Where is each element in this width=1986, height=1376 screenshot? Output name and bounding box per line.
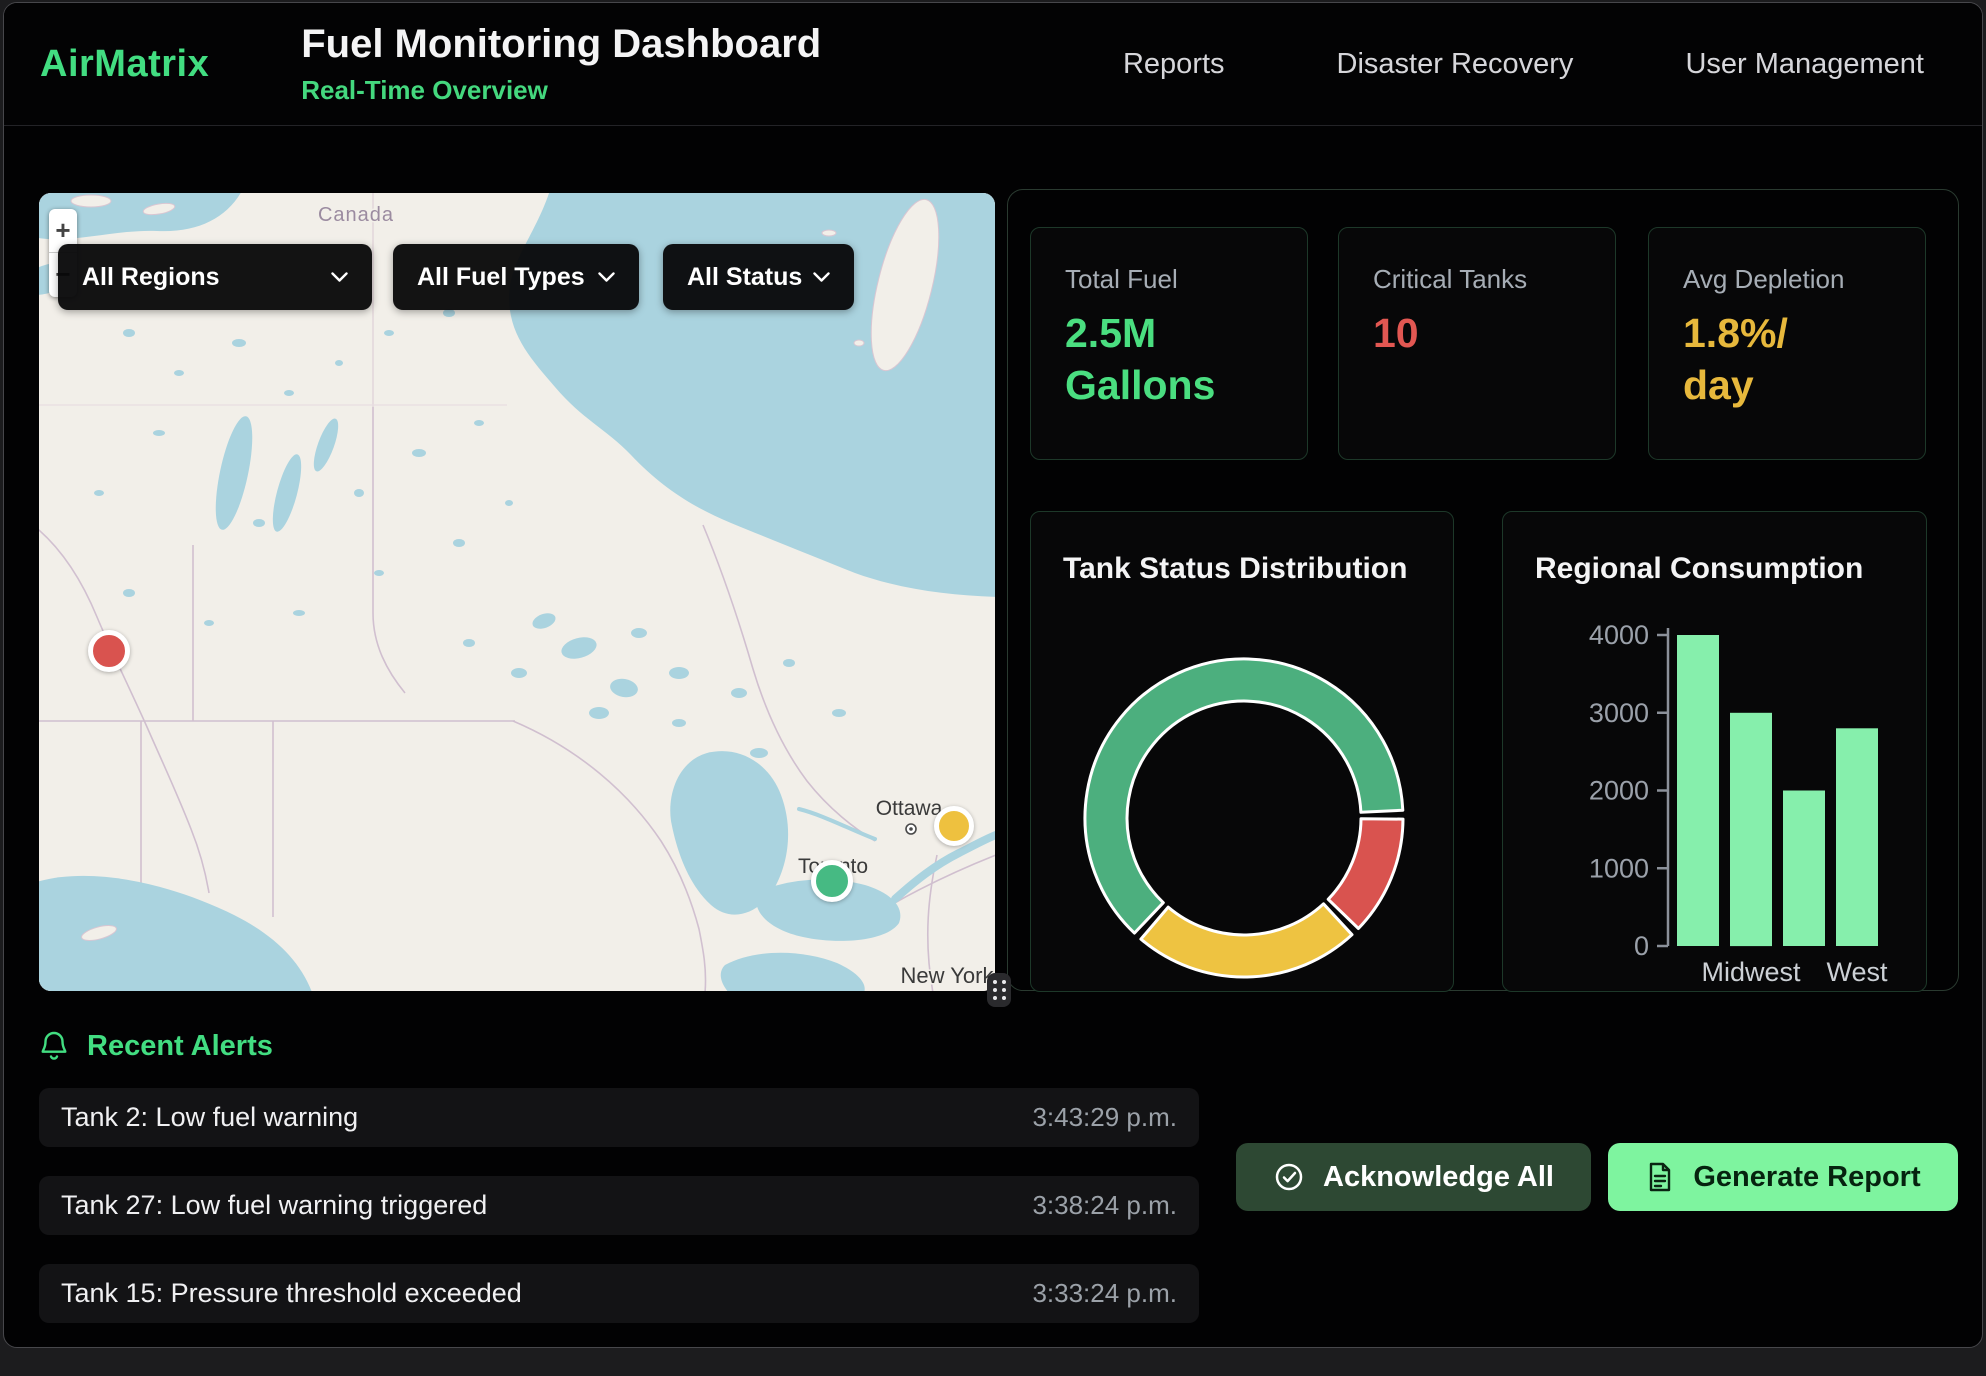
map-label-canada: Canada <box>318 204 394 226</box>
check-circle-icon <box>1273 1161 1305 1193</box>
tank-marker-normal[interactable] <box>811 860 853 902</box>
alert-text: Tank 27: Low fuel warning triggered <box>61 1190 487 1221</box>
y-tick-label: 4000 <box>1589 620 1649 650</box>
y-tick-label: 1000 <box>1589 853 1649 883</box>
donut-segment-warning <box>1141 904 1352 977</box>
stat-value: 1.8%/ day <box>1683 307 1925 411</box>
status-filter-label: All Status <box>687 263 802 292</box>
stat-card-avg-depletion: Avg Depletion 1.8%/ day <box>1648 227 1926 460</box>
alert-time: 3:43:29 p.m. <box>1032 1102 1177 1133</box>
chevron-down-icon <box>598 272 615 283</box>
stat-card-critical-tanks: Critical Tanks 10 <box>1338 227 1616 460</box>
y-tick-label: 0 <box>1634 931 1649 961</box>
donut-chart <box>1031 512 1455 993</box>
x-tick-label: Midwest <box>1701 957 1801 987</box>
fuel-type-filter-label: All Fuel Types <box>417 263 585 292</box>
button-label: Generate Report <box>1693 1161 1920 1194</box>
stat-label: Total Fuel <box>1065 264 1307 295</box>
alert-row: Tank 2: Low fuel warning 3:43:29 p.m. <box>39 1088 1199 1147</box>
bar-0 <box>1677 635 1719 946</box>
map-base: Canada Ottawa Toronto New York <box>39 193 995 991</box>
document-icon <box>1645 1161 1675 1193</box>
bar-2 <box>1783 791 1825 947</box>
alert-row: Tank 15: Pressure threshold exceeded 3:3… <box>39 1264 1199 1323</box>
title-block: Fuel Monitoring Dashboard Real-Time Over… <box>301 22 821 106</box>
map-canvas[interactable]: Canada Ottawa Toronto New York + − All R… <box>39 193 995 991</box>
stat-value: 10 <box>1373 307 1615 359</box>
region-filter-label: All Regions <box>82 263 220 292</box>
chevron-down-icon <box>813 272 830 283</box>
generate-report-button[interactable]: Generate Report <box>1608 1143 1958 1211</box>
page-subtitle: Real-Time Overview <box>301 75 821 106</box>
region-filter-select[interactable]: All Regions <box>58 244 372 310</box>
alert-time: 3:33:24 p.m. <box>1032 1278 1177 1309</box>
overview-panel: Total Fuel 2.5M Gallons Critical Tanks 1… <box>1007 189 1959 991</box>
alert-time: 3:38:24 p.m. <box>1032 1190 1177 1221</box>
bar-chart: 0 1000 2000 3000 4000 Midwest West <box>1503 512 1928 993</box>
donut-segment-critical <box>1328 819 1403 929</box>
brand-logo[interactable]: AirMatrix <box>40 43 209 86</box>
alert-text: Tank 2: Low fuel warning <box>61 1102 358 1133</box>
status-filter-select[interactable]: All Status <box>663 244 854 310</box>
header: AirMatrix Fuel Monitoring Dashboard Real… <box>4 3 1982 126</box>
tank-marker-warning[interactable] <box>934 806 974 846</box>
tank-marker-critical[interactable] <box>88 630 130 672</box>
map-resize-handle[interactable] <box>987 973 1011 1007</box>
bar-3 <box>1836 728 1878 946</box>
map-label-ottawa: Ottawa <box>876 797 943 820</box>
acknowledge-all-button[interactable]: Acknowledge All <box>1236 1143 1591 1211</box>
chevron-down-icon <box>331 272 348 283</box>
button-label: Acknowledge All <box>1323 1161 1554 1194</box>
town-dot-ottawa <box>906 824 916 834</box>
app-window: AirMatrix Fuel Monitoring Dashboard Real… <box>3 2 1983 1348</box>
map-label-new-york: New York <box>901 963 995 988</box>
chart-card-tank-status: Tank Status Distribution <box>1030 511 1454 992</box>
fuel-type-filter-select[interactable]: All Fuel Types <box>393 244 639 310</box>
chart-card-regional-consumption: Regional Consumption 01000200030004000Mi… <box>1502 511 1927 992</box>
bell-icon <box>39 1029 69 1063</box>
y-tick-label: 2000 <box>1589 776 1649 806</box>
alert-row: Tank 27: Low fuel warning triggered 3:38… <box>39 1176 1199 1235</box>
bar-1 <box>1730 713 1772 946</box>
stat-value: 2.5M Gallons <box>1065 307 1307 411</box>
nav-item-disaster-recovery[interactable]: Disaster Recovery <box>1337 48 1574 81</box>
page-title: Fuel Monitoring Dashboard <box>301 22 821 67</box>
stat-label: Avg Depletion <box>1683 264 1925 295</box>
stat-card-total-fuel: Total Fuel 2.5M Gallons <box>1030 227 1308 460</box>
stat-label: Critical Tanks <box>1373 264 1615 295</box>
nav-item-reports[interactable]: Reports <box>1123 48 1225 81</box>
alerts-header: Recent Alerts <box>39 1029 273 1063</box>
alert-text: Tank 15: Pressure threshold exceeded <box>61 1278 522 1309</box>
nav-item-user-management[interactable]: User Management <box>1685 48 1924 81</box>
x-tick-label: West <box>1826 957 1888 987</box>
y-tick-label: 3000 <box>1589 698 1649 728</box>
alerts-heading: Recent Alerts <box>87 1030 273 1063</box>
main-nav: Reports Disaster Recovery User Managemen… <box>1123 48 1924 81</box>
